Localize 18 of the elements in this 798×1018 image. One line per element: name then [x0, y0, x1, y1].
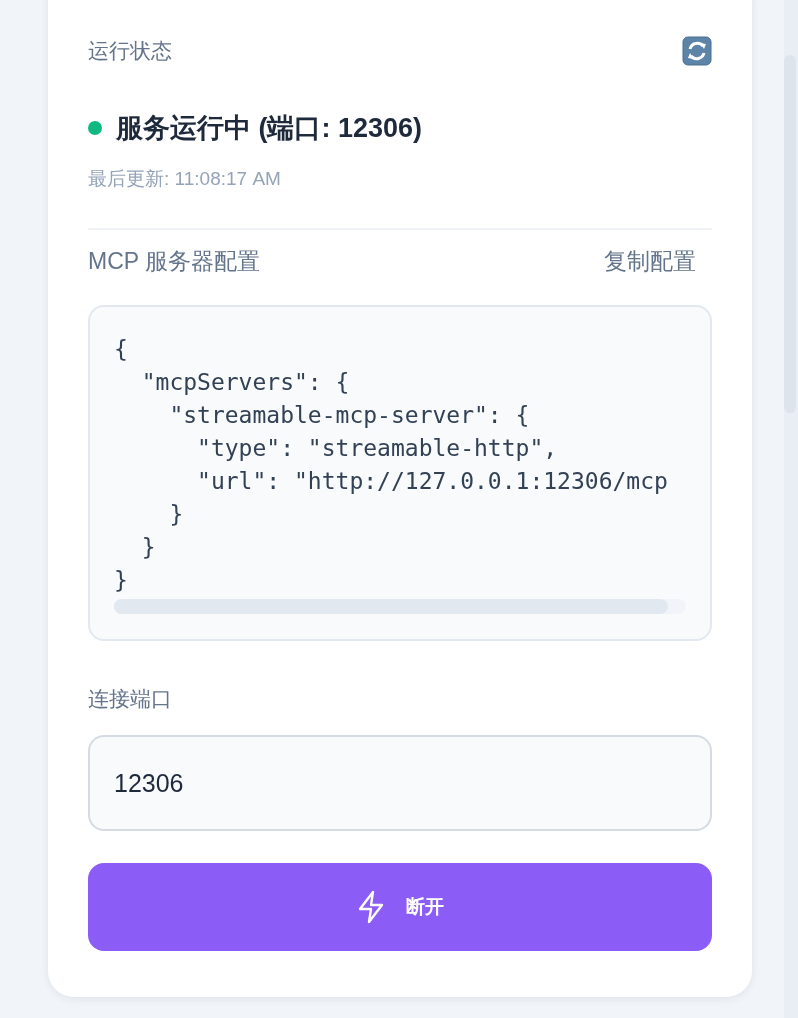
code-line: "url": "http://127.0.0.1:12306/mcp [196, 467, 669, 496]
refresh-icon[interactable] [682, 36, 712, 66]
code-line: } [140, 533, 157, 562]
disconnect-button[interactable]: 断开 [88, 863, 712, 951]
code-line: "streamable-mcp-server": { [168, 401, 531, 430]
code-line: { [114, 335, 129, 364]
code-line: "mcpServers": { [140, 368, 351, 397]
copy-config-link[interactable]: 复制配置 [604, 246, 712, 277]
field-label: 连接端口 [88, 686, 173, 712]
last-updated-text: 最后更新: 11:08:17 AM [88, 167, 282, 191]
code-line: } [168, 500, 185, 529]
section-title: 运行状态 [88, 38, 172, 64]
port-input-field[interactable]: 12306 [88, 735, 712, 831]
code-line: "type": "streamable-http", [196, 434, 559, 463]
section-title: MCP 服务器配置 [88, 247, 261, 276]
status-text: 服务运行中 (端口: 12306) [116, 112, 423, 145]
code-line: } [114, 566, 129, 595]
lightning-icon [356, 890, 386, 924]
